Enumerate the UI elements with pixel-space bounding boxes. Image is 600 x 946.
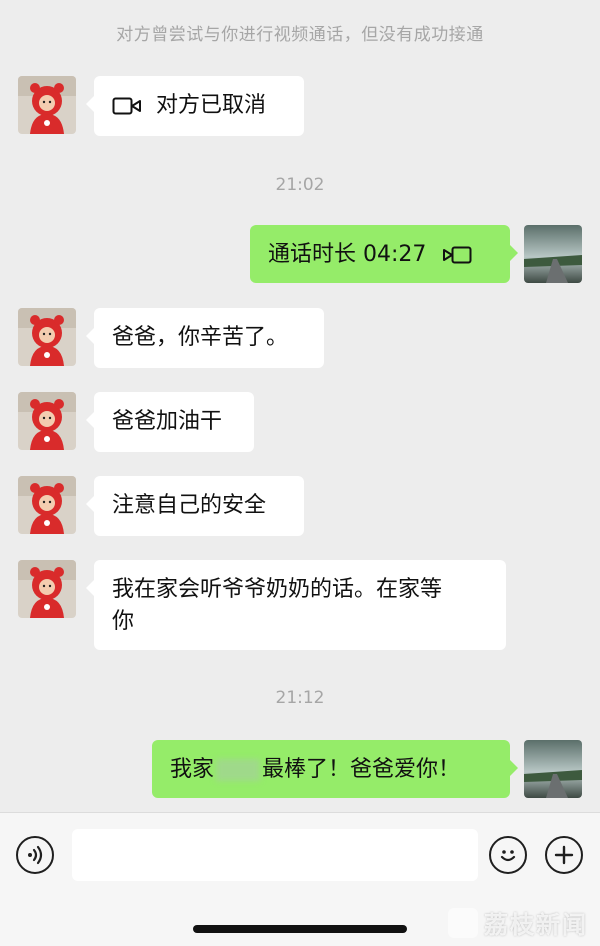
- video-camera-icon: [112, 96, 142, 116]
- timestamp: 21:02: [275, 175, 325, 195]
- message-text: 爸爸加油干: [112, 409, 223, 434]
- contact-avatar[interactable]: [18, 476, 76, 534]
- message-text: 注意自己的安全: [112, 493, 267, 518]
- input-bar: 荔枝新闻: [0, 812, 600, 946]
- cancelled-call-bubble[interactable]: 对方已取消: [86, 76, 304, 136]
- message-bubble[interactable]: 我在家会听爷爷奶奶的话。在家等 你: [86, 560, 506, 650]
- self-avatar[interactable]: [524, 740, 582, 798]
- cancelled-call-text: 对方已取消: [156, 93, 267, 118]
- watermark-logo-icon: [448, 907, 478, 938]
- message-bubble[interactable]: 爸爸加油干: [86, 392, 254, 452]
- emoji-icon[interactable]: [489, 836, 527, 874]
- contact-avatar[interactable]: [18, 392, 76, 450]
- video-camera-icon: [442, 245, 472, 265]
- message-bubble[interactable]: 注意自己的安全: [86, 476, 304, 536]
- contact-avatar[interactable]: [18, 308, 76, 366]
- call-duration-text: 通话时长 04:27: [268, 242, 427, 267]
- message-text: 你: [112, 609, 135, 634]
- redacted-name: [216, 759, 261, 781]
- message-text-suffix: 最棒了！爸爸爱你！: [262, 757, 461, 782]
- home-indicator[interactable]: [193, 925, 407, 933]
- watermark-text: 荔枝新闻: [484, 911, 588, 939]
- chat-area[interactable]: 对方曾尝试与你进行视频通话，但没有成功接通 对方已取消 21:02 通话时长 0…: [0, 0, 600, 812]
- contact-avatar[interactable]: [18, 76, 76, 134]
- self-avatar[interactable]: [524, 225, 582, 283]
- contact-avatar[interactable]: [18, 560, 76, 618]
- voice-icon[interactable]: [16, 836, 54, 874]
- plus-icon[interactable]: [545, 836, 583, 874]
- watermark: 荔枝新闻: [448, 905, 588, 940]
- message-text: 我在家会听爷爷奶奶的话。在家等: [112, 577, 443, 602]
- message-text: 爸爸，你辛苦了。: [112, 325, 289, 350]
- message-text-prefix: 我家: [170, 757, 215, 782]
- message-input[interactable]: [72, 829, 478, 881]
- timestamp: 21:12: [275, 688, 325, 708]
- message-bubble[interactable]: 我家 最棒了！爸爸爱你！: [152, 740, 518, 798]
- message-bubble[interactable]: 爸爸，你辛苦了。: [86, 308, 324, 368]
- system-notice: 对方曾尝试与你进行视频通话，但没有成功接通: [116, 25, 484, 45]
- call-duration-bubble[interactable]: 通话时长 04:27: [250, 225, 518, 283]
